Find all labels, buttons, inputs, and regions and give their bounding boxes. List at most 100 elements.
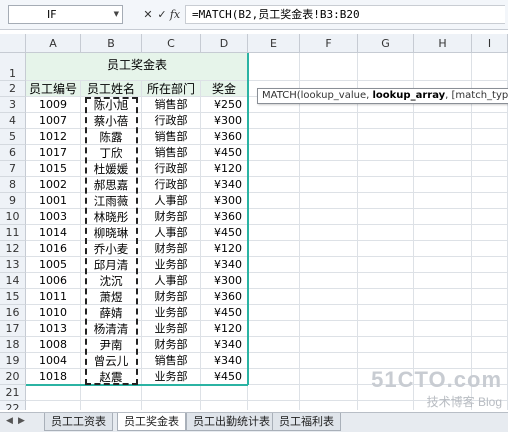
data-cell[interactable]: 杨清清 (81, 321, 142, 337)
row-header[interactable]: 9 (0, 193, 26, 209)
cell[interactable] (472, 273, 508, 289)
column-header-f[interactable]: F (300, 34, 358, 53)
data-cell[interactable]: 1014 (26, 225, 81, 241)
cancel-icon[interactable]: ✕ (141, 5, 155, 24)
data-cell[interactable]: 邱月清 (81, 257, 142, 273)
formula-input[interactable]: =MATCH(B2,员工奖金表!B3:B20 (185, 5, 505, 24)
cell[interactable] (358, 225, 414, 241)
data-cell[interactable]: 1003 (26, 209, 81, 225)
cell[interactable] (300, 129, 358, 145)
data-cell[interactable]: 1013 (26, 321, 81, 337)
data-cell[interactable]: 财务部 (142, 241, 201, 257)
data-cell[interactable]: ¥450 (201, 145, 248, 161)
cell[interactable] (248, 129, 300, 145)
data-cell[interactable]: 业务部 (142, 257, 201, 273)
row-header[interactable]: 16 (0, 305, 26, 321)
data-cell[interactable]: ¥250 (201, 97, 248, 113)
cell[interactable] (248, 369, 300, 385)
data-cell[interactable]: 1017 (26, 145, 81, 161)
cell[interactable] (300, 145, 358, 161)
cell[interactable] (414, 161, 472, 177)
column-header-b[interactable]: B (81, 34, 142, 53)
column-header-d[interactable]: D (201, 34, 248, 53)
column-header-e[interactable]: E (248, 34, 300, 53)
cell[interactable] (248, 113, 300, 129)
cell[interactable] (358, 177, 414, 193)
cell[interactable] (300, 257, 358, 273)
cell[interactable] (358, 289, 414, 305)
cell[interactable] (300, 273, 358, 289)
row-header[interactable]: 8 (0, 177, 26, 193)
select-all-corner[interactable] (0, 34, 26, 53)
data-cell[interactable]: 销售部 (142, 353, 201, 369)
cell[interactable] (414, 113, 472, 129)
data-cell[interactable]: ¥300 (201, 193, 248, 209)
cell[interactable] (248, 385, 300, 401)
row-header[interactable]: 7 (0, 161, 26, 177)
cell[interactable] (248, 273, 300, 289)
cell[interactable] (300, 289, 358, 305)
cell[interactable] (414, 321, 472, 337)
data-cell[interactable]: ¥340 (201, 257, 248, 273)
cell[interactable] (414, 305, 472, 321)
data-cell[interactable]: 1007 (26, 113, 81, 129)
cell[interactable] (248, 289, 300, 305)
row-header[interactable]: 13 (0, 257, 26, 273)
data-cell[interactable]: 财务部 (142, 337, 201, 353)
data-cell[interactable]: 1015 (26, 161, 81, 177)
cell[interactable] (414, 53, 472, 81)
data-cell[interactable]: 赵震 (81, 369, 142, 385)
cell[interactable] (300, 113, 358, 129)
data-cell[interactable]: 沈沉 (81, 273, 142, 289)
data-cell[interactable]: 业务部 (142, 305, 201, 321)
cell[interactable] (472, 193, 508, 209)
row-header[interactable]: 22 (0, 401, 26, 410)
cell[interactable] (248, 305, 300, 321)
cell[interactable] (142, 385, 201, 401)
data-cell[interactable]: ¥450 (201, 225, 248, 241)
cell[interactable] (358, 257, 414, 273)
data-cell[interactable]: ¥450 (201, 369, 248, 385)
data-cell[interactable]: 1001 (26, 193, 81, 209)
data-cell[interactable]: 萧煜 (81, 289, 142, 305)
cell[interactable] (472, 209, 508, 225)
enter-icon[interactable]: ✓ (155, 5, 169, 24)
cell[interactable] (300, 241, 358, 257)
insert-function-icon[interactable]: fx (168, 5, 182, 24)
cell[interactable] (300, 193, 358, 209)
cell[interactable] (201, 401, 248, 410)
data-cell[interactable]: 1005 (26, 257, 81, 273)
row-header[interactable]: 4 (0, 113, 26, 129)
cell[interactable] (358, 241, 414, 257)
cell[interactable] (414, 273, 472, 289)
data-cell[interactable]: ¥300 (201, 273, 248, 289)
data-cell[interactable]: 财务部 (142, 209, 201, 225)
row-header[interactable]: 21 (0, 385, 26, 401)
data-cell[interactable]: ¥360 (201, 289, 248, 305)
cell[interactable] (201, 385, 248, 401)
data-cell[interactable]: 1006 (26, 273, 81, 289)
cell[interactable] (414, 225, 472, 241)
row-header[interactable]: 2 (0, 81, 26, 97)
cell[interactable] (300, 177, 358, 193)
data-cell[interactable]: 业务部 (142, 321, 201, 337)
cell[interactable] (248, 225, 300, 241)
data-cell[interactable]: 行政部 (142, 161, 201, 177)
data-cell[interactable]: 销售部 (142, 97, 201, 113)
data-cell[interactable]: 林晓彤 (81, 209, 142, 225)
row-header[interactable]: 1 (0, 53, 26, 81)
sheet-tab[interactable]: 员工工资表 (44, 413, 113, 431)
cell[interactable] (472, 257, 508, 273)
row-header[interactable]: 12 (0, 241, 26, 257)
cell[interactable] (472, 225, 508, 241)
cell[interactable] (414, 337, 472, 353)
data-cell[interactable]: 销售部 (142, 145, 201, 161)
cell[interactable] (248, 353, 300, 369)
column-header-g[interactable]: G (358, 34, 414, 53)
data-cell[interactable]: ¥340 (201, 177, 248, 193)
data-cell[interactable]: 行政部 (142, 177, 201, 193)
cell[interactable] (300, 337, 358, 353)
cell[interactable] (414, 241, 472, 257)
data-cell[interactable]: 财务部 (142, 289, 201, 305)
data-cell[interactable]: 柳晓琳 (81, 225, 142, 241)
